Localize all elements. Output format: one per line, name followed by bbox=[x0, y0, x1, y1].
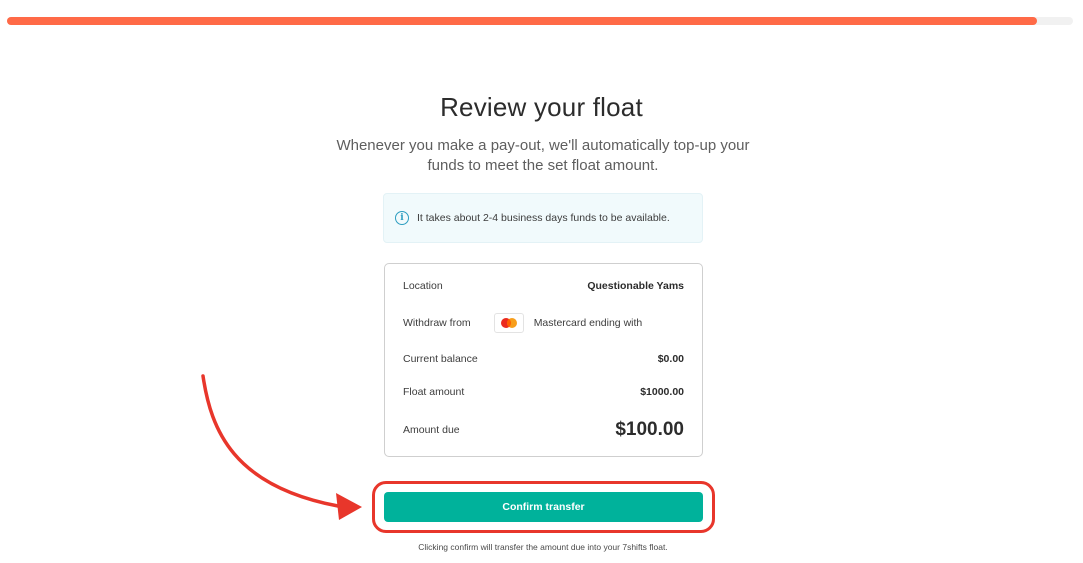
confirm-transfer-button[interactable]: Confirm transfer bbox=[384, 492, 703, 522]
page-title: Review your float bbox=[440, 92, 643, 122]
current-balance-label: Current balance bbox=[403, 353, 478, 365]
withdraw-from-label: Withdraw from bbox=[403, 317, 471, 329]
summary-row-current-balance: Current balance $0.00 bbox=[403, 352, 684, 366]
float-amount-value: $1000.00 bbox=[640, 386, 684, 398]
float-amount-label: Float amount bbox=[403, 386, 465, 398]
progress-bar bbox=[7, 17, 1073, 25]
summary-row-location: Location Questionable Yams bbox=[403, 279, 684, 293]
mastercard-icon bbox=[493, 313, 524, 333]
float-summary-card: Location Questionable Yams Withdraw from… bbox=[384, 263, 703, 457]
info-banner: i It takes about 2-4 business days funds… bbox=[383, 193, 703, 243]
amount-due-value: $100.00 bbox=[615, 419, 684, 440]
confirm-footnote: Clicking confirm will transfer the amoun… bbox=[418, 542, 668, 552]
summary-row-float-amount: Float amount $1000.00 bbox=[403, 385, 684, 399]
info-icon: i bbox=[395, 211, 409, 225]
info-banner-text: It takes about 2-4 business days funds t… bbox=[417, 212, 670, 224]
progress-bar-fill bbox=[7, 17, 1037, 25]
location-value: Questionable Yams bbox=[587, 280, 684, 292]
summary-row-amount-due: Amount due $100.00 bbox=[403, 418, 684, 442]
page-subtitle: Whenever you make a pay-out, we'll autom… bbox=[336, 137, 750, 174]
location-label: Location bbox=[403, 280, 443, 292]
current-balance-value: $0.00 bbox=[657, 353, 684, 365]
summary-row-withdraw-from: Withdraw from Mastercard ending with bbox=[403, 312, 684, 334]
withdraw-from-value: Mastercard ending with bbox=[533, 317, 643, 329]
amount-due-label: Amount due bbox=[403, 424, 460, 436]
